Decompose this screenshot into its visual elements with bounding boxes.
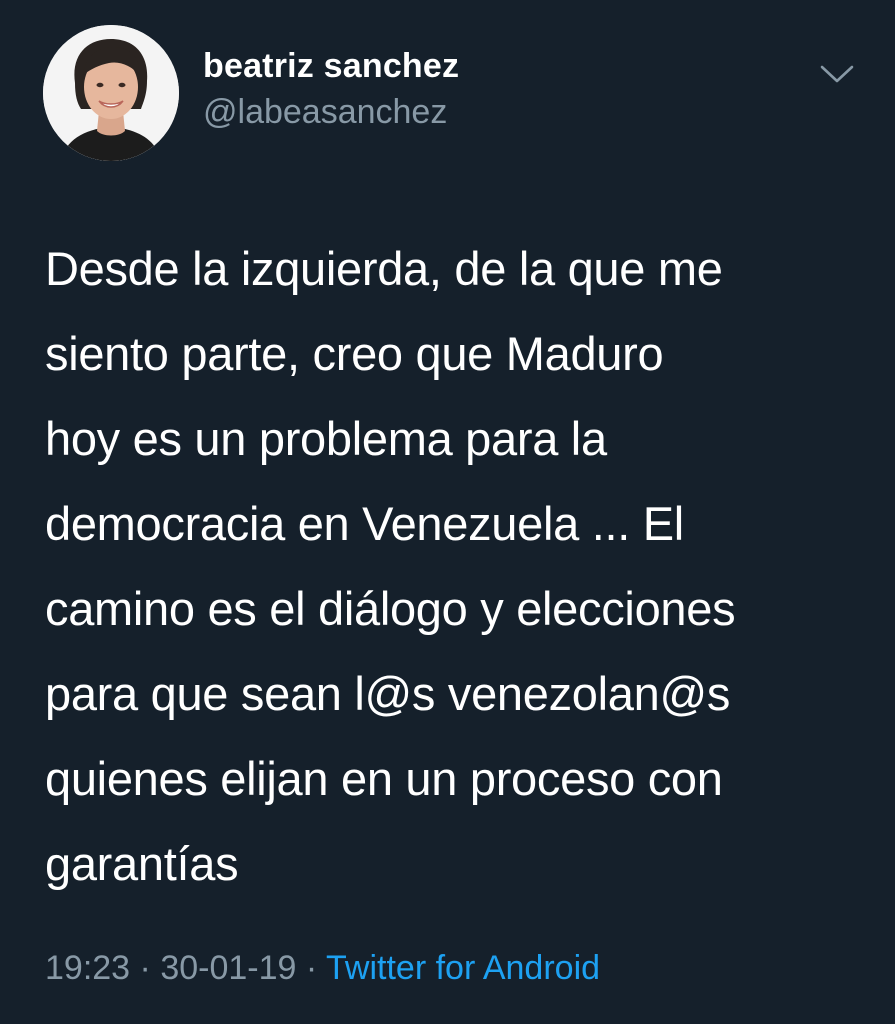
user-handle[interactable]: @labeasanchez	[203, 91, 459, 133]
tweet-text: Desde la izquierda, de la que me siento …	[45, 242, 736, 890]
profile-photo-icon	[43, 25, 179, 161]
avatar[interactable]	[43, 25, 179, 161]
tweet-meta: 19:23 · 30-01-19 · Twitter for Android	[45, 944, 600, 992]
tweet-date[interactable]: 30-01-19	[160, 949, 296, 987]
author-info[interactable]: beatriz sanchez @labeasanchez	[203, 45, 459, 133]
meta-separator: ·	[130, 949, 161, 987]
display-name[interactable]: beatriz sanchez	[203, 45, 459, 87]
meta-separator: ·	[296, 949, 327, 987]
tweet-time[interactable]: 19:23	[45, 949, 130, 987]
chevron-down-icon[interactable]	[818, 58, 856, 88]
tweet: beatriz sanchez @labeasanchez Desde la i…	[0, 0, 895, 1024]
tweet-source-link[interactable]: Twitter for Android	[326, 949, 600, 987]
